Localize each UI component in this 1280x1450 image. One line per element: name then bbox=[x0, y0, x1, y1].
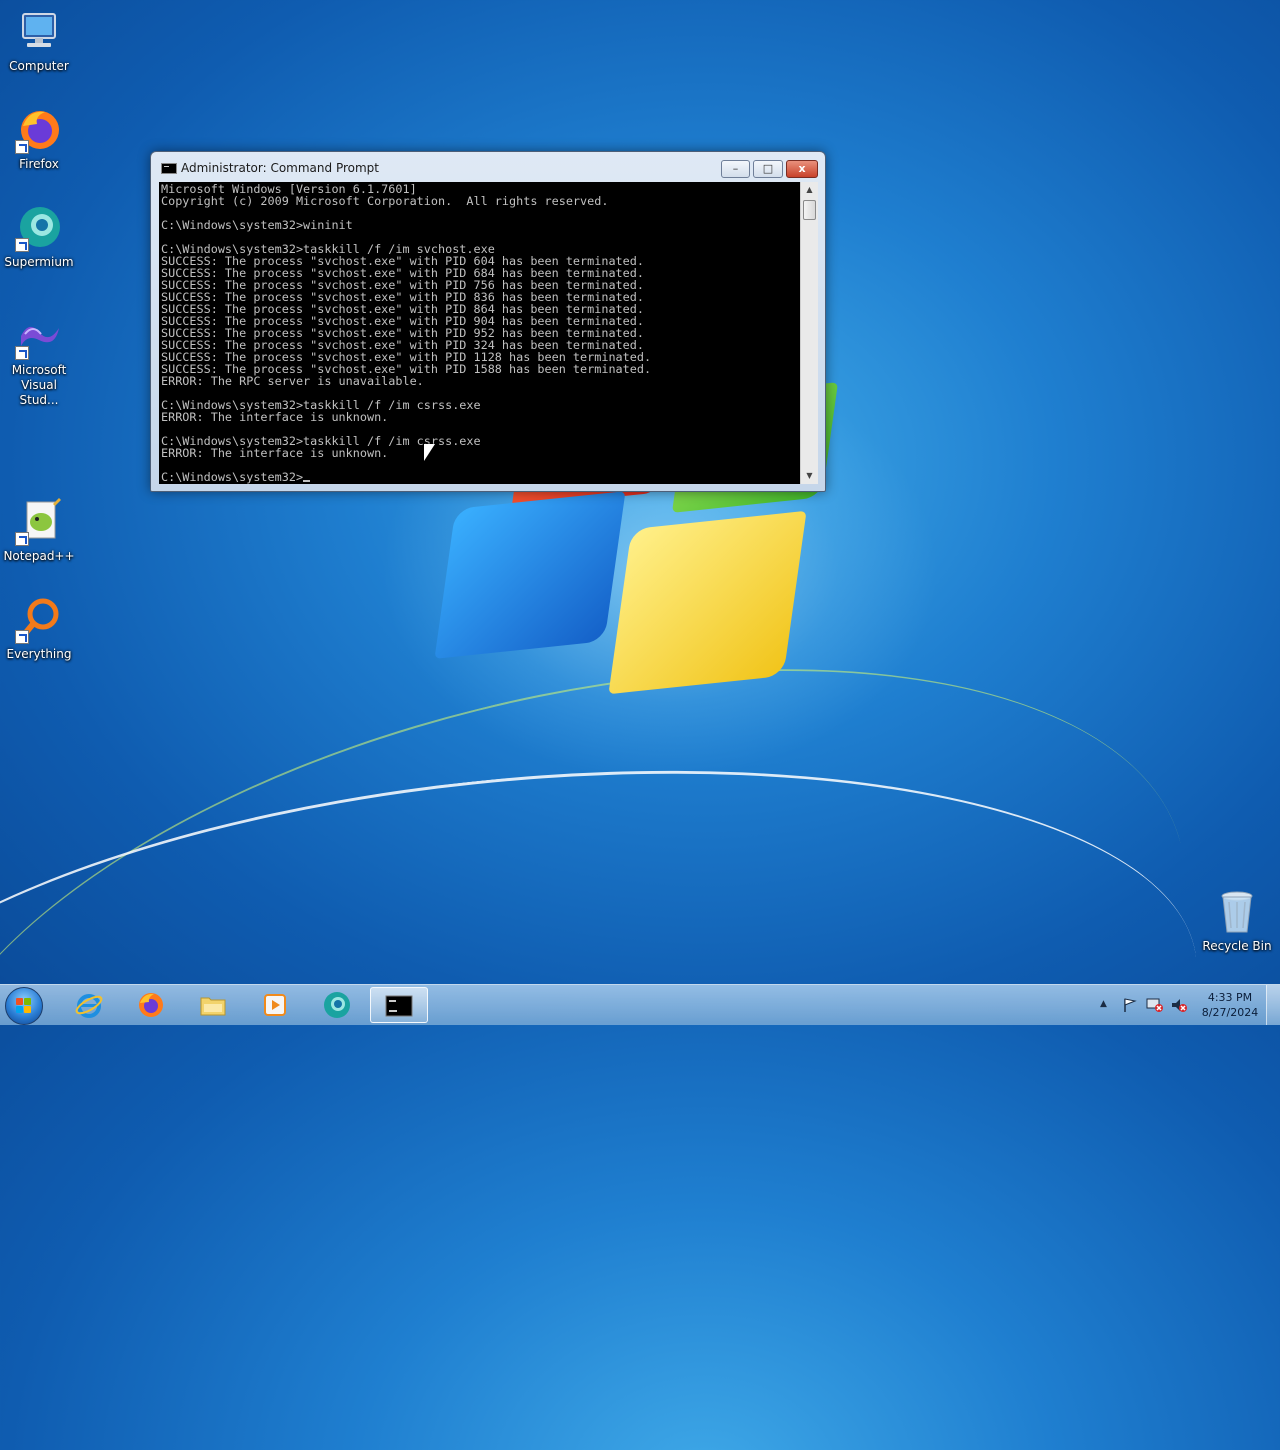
internet-explorer-icon bbox=[75, 994, 103, 1018]
show-desktop-button[interactable] bbox=[1266, 985, 1280, 1025]
cmd-app-icon bbox=[161, 163, 177, 174]
shortcut-arrow-icon bbox=[15, 140, 29, 154]
minimize-button[interactable]: – bbox=[721, 160, 750, 178]
maximize-button[interactable]: □ bbox=[753, 160, 783, 178]
desktop-icon-label: Computer bbox=[9, 59, 69, 73]
firefox-icon bbox=[15, 106, 63, 154]
network-disconnected-icon[interactable] bbox=[1146, 997, 1164, 1013]
show-hidden-icons-arrow-icon[interactable]: ▲ bbox=[1100, 999, 1107, 1009]
desktop-icon-firefox[interactable]: Firefox bbox=[0, 106, 78, 172]
taskbar-firefox[interactable] bbox=[124, 987, 178, 1023]
taskbar-supermium[interactable] bbox=[310, 987, 364, 1023]
clock-time: 4:33 PM bbox=[1207, 991, 1253, 1004]
taskbar-media-player[interactable] bbox=[248, 987, 302, 1023]
taskbar: ▲ 4:33 PM 8/27/2024 bbox=[0, 984, 1280, 1025]
logo-pane-blue bbox=[434, 491, 626, 659]
desktop-icon-notepadpp[interactable]: Notepad++ bbox=[0, 498, 78, 564]
supermium-icon bbox=[324, 992, 350, 1018]
close-button[interactable]: x bbox=[786, 160, 818, 178]
window-title: Administrator: Command Prompt bbox=[181, 161, 379, 175]
action-center-flag-icon[interactable] bbox=[1122, 997, 1138, 1013]
desktop-icon-label: Everything bbox=[6, 647, 72, 661]
desktop-icon-label: Notepad++ bbox=[3, 549, 75, 563]
desktop-icon-computer[interactable]: Computer bbox=[0, 8, 78, 74]
desktop-icon-label: Firefox bbox=[19, 157, 59, 171]
media-player-icon bbox=[264, 994, 286, 1016]
supermium-icon bbox=[15, 204, 63, 252]
desktop-icon-label: Supermium bbox=[4, 255, 74, 269]
console-prompt: C:\Windows\system32> bbox=[161, 470, 304, 484]
shortcut-arrow-icon bbox=[15, 532, 29, 546]
desktop-icon-supermium[interactable]: Supermium bbox=[0, 204, 78, 270]
scroll-up-arrow-icon[interactable]: ▲ bbox=[801, 182, 818, 198]
everything-search-icon bbox=[15, 596, 63, 644]
start-button[interactable] bbox=[5, 987, 43, 1025]
firefox-icon bbox=[139, 993, 163, 1017]
scroll-down-arrow-icon[interactable]: ▼ bbox=[801, 468, 818, 484]
console-output[interactable]: Microsoft Windows [Version 6.1.7601] Cop… bbox=[159, 182, 800, 484]
shortcut-arrow-icon bbox=[15, 346, 29, 360]
recycle-bin-icon bbox=[1213, 888, 1261, 936]
volume-muted-icon[interactable] bbox=[1170, 997, 1188, 1013]
shortcut-arrow-icon bbox=[15, 630, 29, 644]
desktop-icon-everything[interactable]: Everything bbox=[0, 596, 78, 662]
window-titlebar[interactable]: Administrator: Command Prompt – □ x bbox=[151, 152, 825, 182]
mouse-pointer-icon bbox=[424, 444, 435, 461]
shortcut-arrow-icon bbox=[15, 238, 29, 252]
command-prompt-window[interactable]: Administrator: Command Prompt – □ x Micr… bbox=[150, 151, 826, 492]
clock-date: 8/27/2024 bbox=[1201, 1006, 1259, 1019]
folder-icon bbox=[200, 997, 226, 1016]
taskbar-clock[interactable]: 4:33 PM 8/27/2024 bbox=[1198, 990, 1262, 1020]
taskbar-file-explorer[interactable] bbox=[186, 987, 240, 1023]
notepadpp-icon bbox=[15, 498, 63, 546]
text-cursor bbox=[303, 480, 311, 482]
cmd-icon bbox=[385, 995, 413, 1017]
console-text: Microsoft Windows [Version 6.1.7601] Cop… bbox=[161, 182, 652, 460]
taskbar-internet-explorer[interactable] bbox=[62, 987, 116, 1023]
desktop-icon-visual-studio[interactable]: Microsoft Visual Stud... bbox=[0, 312, 78, 408]
windows-logo-icon bbox=[16, 998, 32, 1014]
desktop-icon-label: Microsoft Visual Stud... bbox=[11, 363, 67, 407]
computer-icon bbox=[15, 8, 63, 56]
taskbar-command-prompt[interactable] bbox=[370, 987, 428, 1023]
visual-studio-icon bbox=[15, 312, 63, 360]
desktop-icon-label: Recycle Bin bbox=[1202, 939, 1272, 953]
vertical-scrollbar[interactable]: ▲ ▼ bbox=[800, 182, 818, 484]
scrollbar-thumb[interactable] bbox=[803, 200, 816, 220]
desktop-icon-recycle-bin[interactable]: Recycle Bin bbox=[1198, 888, 1276, 954]
logo-pane-yellow bbox=[608, 510, 807, 695]
